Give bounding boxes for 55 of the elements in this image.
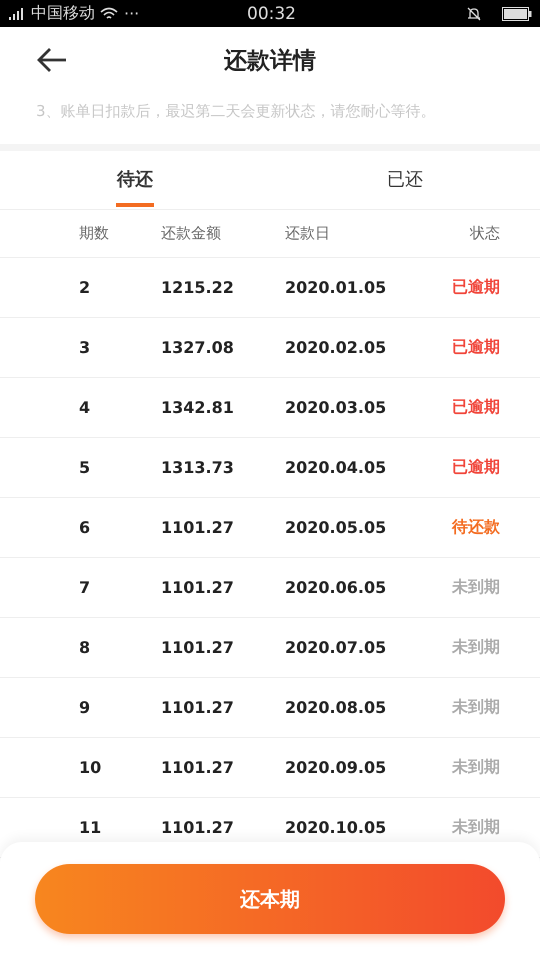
status-cell: 已逾期 bbox=[452, 337, 500, 358]
tab[interactable]: 待还 bbox=[0, 151, 270, 209]
period-cell-text: 10 bbox=[79, 758, 102, 777]
amount-cell-text: 1342.81 bbox=[161, 398, 235, 417]
period-cell-text: 5 bbox=[79, 458, 92, 477]
column-header: 期数 bbox=[79, 224, 110, 243]
status-cell: 未到期 bbox=[452, 577, 500, 598]
amount-cell-text: 1101.27 bbox=[161, 698, 235, 717]
date-cell-text: 2020.09.05 bbox=[285, 758, 388, 777]
carrier-name: 中国移动 bbox=[31, 3, 95, 24]
tab[interactable]: 已还 bbox=[270, 151, 540, 209]
amount-cell-text: 1215.22 bbox=[161, 278, 235, 297]
amount-cell-text: 1327.08 bbox=[161, 338, 235, 357]
bell-off-icon bbox=[466, 6, 482, 22]
page-title: 还款详情 bbox=[224, 46, 316, 76]
period-cell-text: 7 bbox=[79, 578, 92, 597]
amount-cell-text: 1101.27 bbox=[161, 518, 235, 537]
date-cell-text: 2020.08.05 bbox=[285, 698, 388, 717]
period-cell-text: 11 bbox=[79, 818, 102, 837]
back-arrow-icon bbox=[36, 47, 68, 73]
status-cell: 未到期 bbox=[452, 817, 500, 838]
date-cell-text: 2020.06.05 bbox=[285, 578, 388, 597]
date-cell-text: 2020.10.05 bbox=[285, 818, 388, 837]
status-cell: 已逾期 bbox=[452, 277, 500, 298]
period-cell-text: 3 bbox=[79, 338, 92, 357]
amount-cell-text: 1101.27 bbox=[161, 758, 235, 777]
column-header: 状态 bbox=[470, 224, 500, 243]
battery-icon bbox=[502, 6, 532, 20]
column-header: 还款金额 bbox=[161, 224, 222, 243]
amount-cell-text: 1101.27 bbox=[161, 638, 235, 657]
period-cell-text: 2 bbox=[79, 278, 92, 297]
notice-text: 3、账单日扣款后，最迟第二天会更新状态，请您耐心等待。 bbox=[36, 102, 436, 120]
date-cell-text: 2020.07.05 bbox=[285, 638, 388, 657]
status-cell: 已逾期 bbox=[452, 457, 500, 478]
amount-cell-text: 1101.27 bbox=[161, 818, 235, 837]
date-cell-text: 2020.04.05 bbox=[285, 458, 388, 477]
status-cell: 未到期 bbox=[452, 757, 500, 778]
status-cell: 待还款 bbox=[452, 517, 500, 538]
amount-cell-text: 1313.73 bbox=[161, 458, 235, 477]
date-cell-text: 2020.03.05 bbox=[285, 398, 388, 417]
wifi-icon bbox=[100, 6, 118, 20]
status-cell: 未到期 bbox=[452, 637, 500, 658]
period-cell-text: 8 bbox=[79, 638, 92, 657]
column-header: 还款日 bbox=[285, 224, 331, 243]
date-cell-text: 2020.05.05 bbox=[285, 518, 388, 537]
more-indicator: ··· bbox=[124, 4, 140, 23]
status-cell: 已逾期 bbox=[452, 397, 500, 418]
period-cell-text: 4 bbox=[79, 398, 92, 417]
amount-cell-text: 1101.27 bbox=[161, 578, 235, 597]
period-cell-text: 6 bbox=[79, 518, 92, 537]
clock-time: 00:32 bbox=[247, 4, 296, 24]
date-cell-text: 2020.01.05 bbox=[285, 278, 388, 297]
date-cell-text: 2020.02.05 bbox=[285, 338, 388, 357]
period-cell-text: 9 bbox=[79, 698, 92, 717]
status-cell: 未到期 bbox=[452, 697, 500, 718]
